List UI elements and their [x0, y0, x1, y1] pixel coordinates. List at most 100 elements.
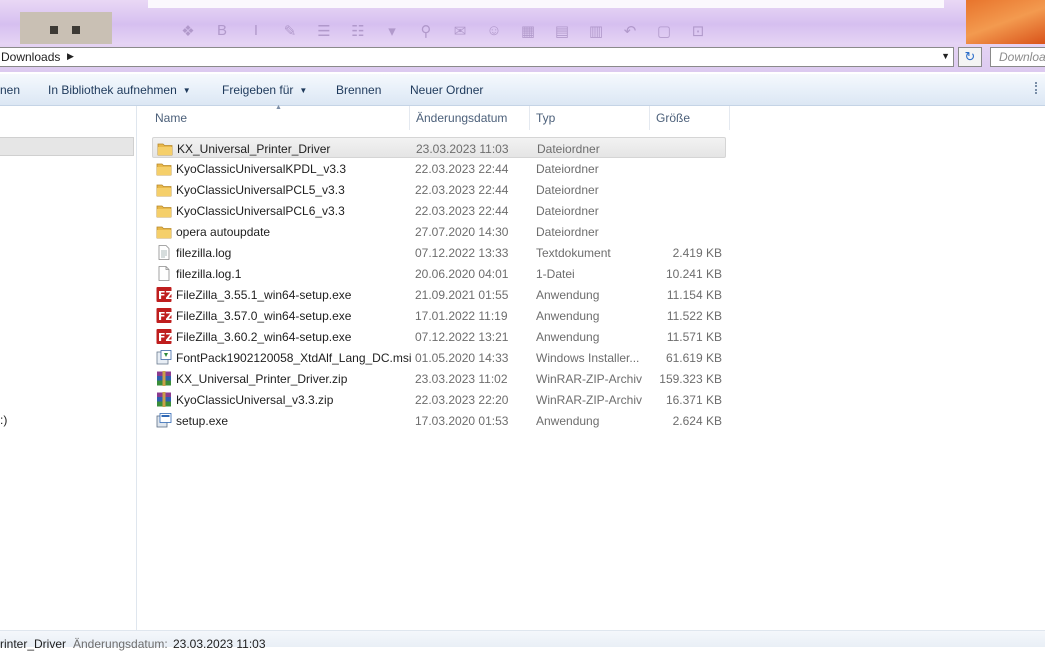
setup-exe-icon: [156, 413, 172, 428]
blurred-icon: ▤: [554, 23, 570, 40]
blurred-icon: ↶: [623, 23, 637, 40]
burn-button[interactable]: Brennen: [336, 83, 381, 97]
folder-icon: [157, 141, 173, 156]
chevron-down-icon: ▼: [299, 86, 308, 95]
file-modified-date: 07.12.2022 13:33: [415, 246, 509, 260]
blank-file-icon: [156, 266, 172, 281]
file-type: WinRAR-ZIP-Archiv: [536, 393, 643, 407]
file-name: FileZilla_3.55.1_win64-setup.exe: [176, 288, 352, 302]
address-bar[interactable]: Downloads ▶ ▼: [0, 47, 954, 67]
file-name: FileZilla_3.60.2_win64-setup.exe: [176, 330, 352, 344]
file-type: Dateiordner: [536, 183, 599, 197]
background-image-corner: [966, 0, 1045, 44]
blurred-icon: ⊡: [691, 23, 705, 40]
folder-icon: [156, 161, 172, 176]
file-row[interactable]: filezilla.log 07.12.2022 13:33 Textdokumen…: [152, 242, 726, 263]
modified-date-value: 23.03.2023 11:03: [173, 637, 266, 651]
file-name: KyoClassicUniversal_v3.3.zip: [176, 393, 334, 407]
file-modified-date: 23.03.2023 11:02: [415, 372, 508, 386]
file-modified-date: 17.01.2022 11:19: [415, 309, 508, 323]
background-toolbar-icons: ❖ B I ✎ ☰ ☷ ▾ ⚲ ✉ ☺ ▦ ▤ ▥ ↶ ▢ ⊡: [178, 22, 708, 40]
thumbnail-detail: [72, 26, 80, 34]
folder-icon: [156, 182, 172, 197]
file-row[interactable]: setup.exe 17.03.2020 01:53 Anwendung 2.624 …: [152, 410, 726, 431]
breadcrumb-arrow-icon[interactable]: ▶: [67, 51, 74, 62]
chevron-down-icon: ▼: [182, 86, 191, 95]
filezilla-icon: FZ: [156, 287, 174, 302]
breadcrumb-downloads[interactable]: Downloads: [1, 50, 60, 64]
file-row[interactable]: KyoClassicUniversalPCL6_v3.3 22.03.2023 2…: [152, 200, 726, 221]
file-modified-date: 21.09.2021 01:55: [415, 288, 509, 302]
file-size: 159.323 KB: [659, 372, 722, 386]
file-modified-date: 07.12.2022 13:21: [415, 330, 509, 344]
column-header-date[interactable]: Änderungsdatum: [410, 106, 530, 130]
column-header-size[interactable]: Größe: [650, 106, 730, 130]
toolbar-button-label: Brennen: [336, 83, 382, 97]
file-name: filezilla.log.1: [176, 267, 242, 281]
address-dropdown-icon[interactable]: ▼: [941, 51, 950, 61]
column-header-label: Größe: [656, 111, 691, 125]
file-size: 2.419 KB: [672, 246, 722, 260]
blurred-icon: ☷: [351, 23, 365, 40]
refresh-button[interactable]: ↻: [958, 47, 982, 67]
nav-drive-label[interactable]: :): [0, 413, 7, 427]
file-row[interactable]: FZ FileZilla_3.55.1_win64-setup.exe 21.09.…: [152, 284, 726, 305]
file-size: 61.619 KB: [665, 351, 722, 365]
text-file-icon: [156, 245, 172, 260]
selected-item-name: rinter_Driver: [0, 637, 67, 651]
share-with-button[interactable]: Freigeben für ▼: [222, 83, 307, 97]
file-size: 16.371 KB: [665, 393, 722, 407]
file-modified-date: 01.05.2020 14:33: [415, 351, 509, 365]
column-header-label: Änderungsdatum: [416, 111, 508, 125]
filezilla-icon: FZ: [156, 329, 174, 344]
file-row[interactable]: KyoClassicUniversal_v3.3.zip 22.03.2023 2…: [152, 389, 726, 410]
file-name: setup.exe: [176, 414, 229, 428]
file-row[interactable]: opera autoupdate 27.07.2020 14:30 Dateiord…: [152, 221, 726, 242]
navigation-pane: :): [0, 106, 137, 630]
folder-icon: [156, 203, 172, 218]
include-in-library-button[interactable]: In Bibliothek aufnehmen ▼: [48, 83, 191, 97]
file-size: 11.522 KB: [666, 309, 722, 323]
file-row[interactable]: KyoClassicUniversalPCL5_v3.3 22.03.2023 2…: [152, 179, 726, 200]
file-row[interactable]: FZ FileZilla_3.60.2_win64-setup.exe 07.12.…: [152, 326, 726, 347]
file-modified-date: 22.03.2023 22:20: [415, 393, 509, 407]
file-row[interactable]: KX_Universal_Printer_Driver 23.03.2023 11…: [152, 137, 726, 158]
view-options-icon[interactable]: [1035, 82, 1045, 94]
winrar-icon: [156, 371, 172, 386]
blurred-icon: ❖: [181, 23, 195, 40]
nav-selected-item[interactable]: [0, 137, 134, 156]
toolbar-button-label: Freigeben für: [222, 83, 294, 97]
toolbar-button-label: nen: [0, 83, 21, 97]
new-folder-button[interactable]: Neuer Ordner: [410, 83, 483, 97]
file-name: KX_Universal_Printer_Driver: [177, 142, 331, 156]
blurred-icon: ⚲: [420, 23, 432, 40]
blurred-icon: ✎: [283, 23, 297, 40]
file-type: Textdokument: [536, 246, 611, 260]
column-header-type[interactable]: Typ: [530, 106, 650, 130]
file-name: opera autoupdate: [176, 225, 271, 239]
file-name: FileZilla_3.57.0_win64-setup.exe: [176, 309, 352, 323]
file-type: Anwendung: [536, 330, 600, 344]
file-modified-date: 22.03.2023 22:44: [415, 183, 509, 197]
modified-date-label: Änderungsdatum:: [73, 637, 168, 651]
file-row[interactable]: KyoClassicUniversalKPDL_v3.3 22.03.2023 2…: [152, 158, 726, 179]
column-header-name[interactable]: Name: [149, 106, 410, 130]
file-modified-date: 23.03.2023 11:03: [416, 142, 509, 156]
file-row[interactable]: filezilla.log.1 20.06.2020 04:01 1-Datei 10…: [152, 263, 726, 284]
file-modified-date: 22.03.2023 22:44: [415, 204, 509, 218]
file-type: Dateiordner: [537, 142, 600, 156]
toolbar-button-label: In Bibliothek aufnehmen: [48, 83, 177, 97]
file-type: 1-Datei: [536, 267, 575, 281]
svg-text:FZ: FZ: [158, 289, 172, 302]
search-input[interactable]: Downloa: [990, 47, 1045, 67]
file-row[interactable]: FontPack1902120058_XtdAlf_Lang_DC.msi 01.…: [152, 347, 726, 368]
column-header-label: Typ: [536, 111, 556, 125]
file-row[interactable]: FZ FileZilla_3.57.0_win64-setup.exe 17.01.…: [152, 305, 726, 326]
folder-icon: [156, 224, 172, 239]
organize-button[interactable]: nen: [0, 83, 20, 97]
file-size: 10.241 KB: [665, 267, 722, 281]
file-size: 2.624 KB: [672, 414, 722, 428]
file-name: FontPack1902120058_XtdAlf_Lang_DC.msi: [176, 351, 412, 365]
file-row[interactable]: KX_Universal_Printer_Driver.zip 23.03.202…: [152, 368, 726, 389]
blurred-icon: ✉: [453, 23, 467, 40]
